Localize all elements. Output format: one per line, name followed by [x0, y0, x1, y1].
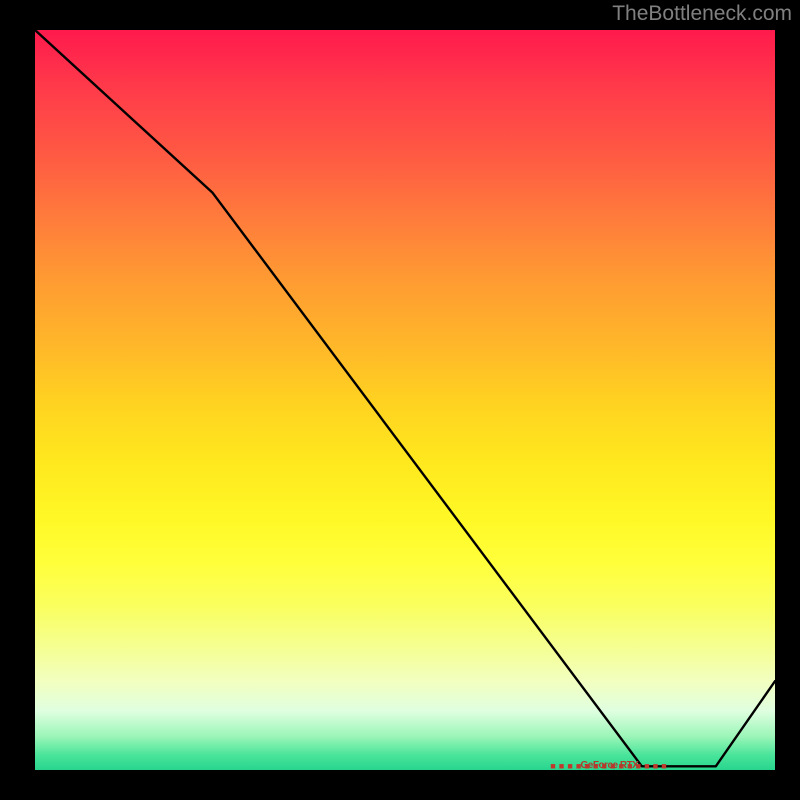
chart-marker-label: GeForce RTX: [581, 760, 639, 771]
chart-svg: [35, 30, 775, 770]
watermark-text: TheBottleneck.com: [612, 2, 792, 26]
chart-line: [35, 30, 775, 766]
chart-container: TheBottleneck.com GeForce RTX: [0, 0, 800, 800]
chart-marker-point: [653, 764, 657, 768]
chart-marker-point: [645, 764, 649, 768]
chart-marker-point: [551, 764, 555, 768]
chart-marker-point: [568, 764, 572, 768]
chart-marker-point: [559, 764, 563, 768]
chart-marker-point: [662, 764, 666, 768]
